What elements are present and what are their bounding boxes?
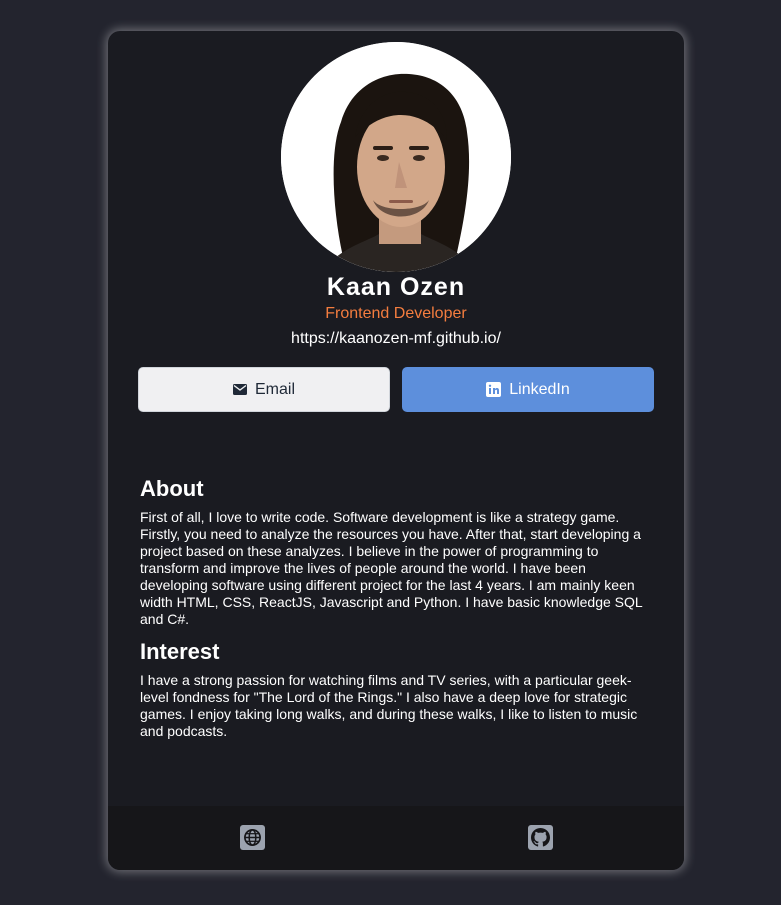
linkedin-button-label: LinkedIn bbox=[509, 380, 570, 398]
envelope-icon bbox=[232, 384, 247, 395]
email-button-label: Email bbox=[254, 380, 295, 398]
profile-title: Frontend Developer bbox=[325, 305, 467, 322]
github-icon[interactable] bbox=[528, 825, 553, 850]
interest-heading: Interest bbox=[140, 639, 220, 664]
profile-card: Kaan Ozen Frontend Developer https://kaa… bbox=[108, 31, 684, 870]
linkedin-button[interactable]: LinkedIn bbox=[402, 367, 654, 412]
avatar bbox=[281, 42, 511, 272]
profile-photo bbox=[281, 42, 511, 272]
email-button[interactable]: Email bbox=[138, 367, 390, 412]
globe-icon[interactable] bbox=[240, 825, 265, 850]
profile-name: Kaan Ozen bbox=[326, 273, 466, 301]
about-text: First of all, I love to write code. Soft… bbox=[140, 509, 643, 627]
interest-text: I have a strong passion for watching fil… bbox=[140, 672, 638, 739]
website-link[interactable]: https://kaanozen-mf.github.io/ bbox=[108, 330, 684, 348]
linkedin-icon bbox=[486, 382, 502, 397]
footer bbox=[108, 806, 684, 870]
about-heading: About bbox=[140, 476, 204, 501]
